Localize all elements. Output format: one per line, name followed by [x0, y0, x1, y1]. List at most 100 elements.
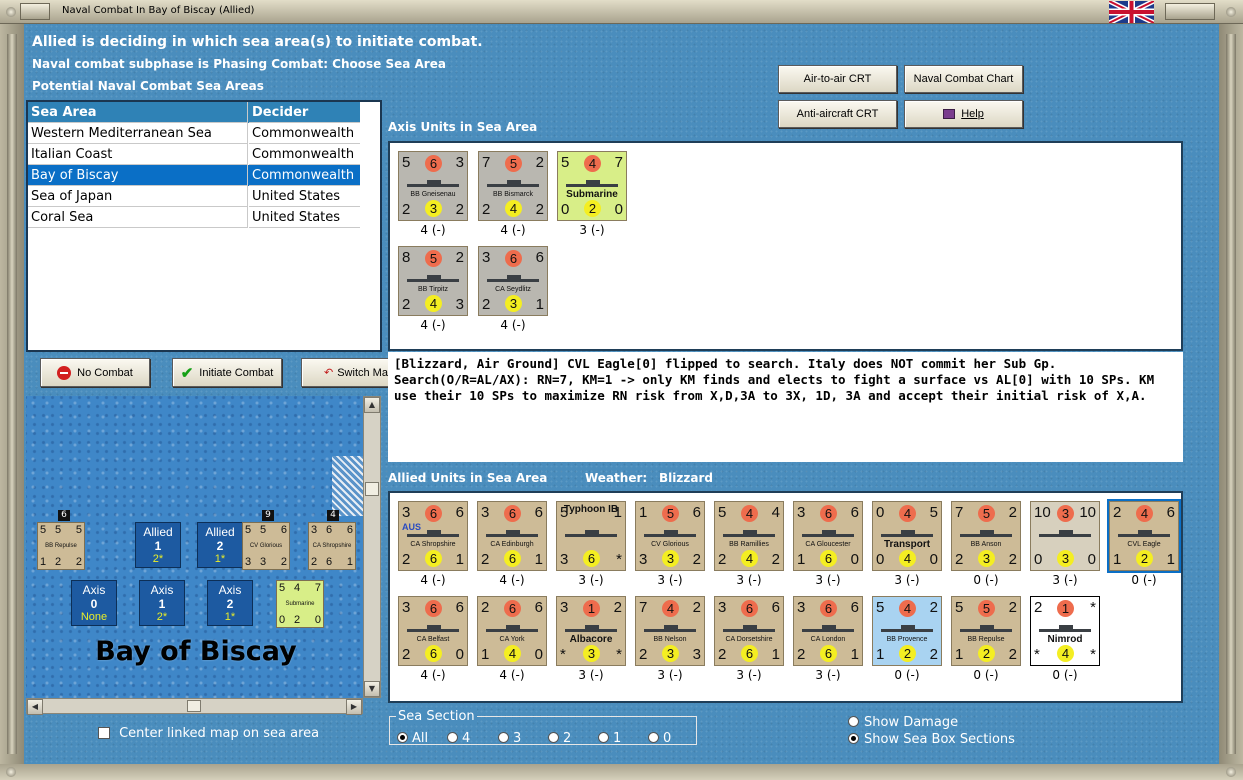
map-counter-value-tr: 7	[314, 582, 321, 594]
counter-value-tr: 6	[455, 599, 464, 616]
counter-value-tl: 5	[876, 599, 885, 616]
table-row[interactable]: Western Mediterranean Sea Commonwealth	[28, 123, 360, 144]
unit-counter[interactable]: 2 6 1 0 6 4 CA York	[477, 596, 547, 666]
system-menu-button[interactable]	[20, 3, 50, 20]
unit-counter[interactable]: 7 2 2 3 4 3 BB Nelson	[635, 596, 705, 666]
unit-counter[interactable]: 3 6 2 0 6 6 CA Belfast	[398, 596, 468, 666]
table-row[interactable]: Sea of Japan United States	[28, 186, 360, 207]
header-decider[interactable]: Decider	[249, 102, 360, 123]
switch-map-button[interactable]: ↶ Switch Ma	[301, 358, 390, 387]
unit-name: CA Shropshire	[410, 541, 456, 548]
counter-value-br: 1	[455, 551, 464, 568]
axis-sea-box[interactable]: Axis 0 None	[71, 580, 117, 626]
sea-box-a: Axis	[150, 583, 174, 597]
naval-combat-chart-button[interactable]: Naval Combat Chart	[904, 65, 1023, 93]
anti-aircraft-crt-button[interactable]: Anti-aircraft CRT	[778, 100, 897, 128]
scroll-left-arrow-icon[interactable]: ◀	[27, 699, 43, 715]
air-to-air-crt-button[interactable]: Air-to-air CRT	[778, 65, 897, 93]
radio-2[interactable]: 2	[548, 727, 571, 746]
unit-counter[interactable]: 2 6 1 1 4 2 CVL Eagle	[1107, 499, 1181, 573]
counter-value-br: 1	[850, 646, 859, 663]
unit-counter[interactable]: 0 5 0 0 4 4 Transport	[872, 501, 942, 571]
scroll-thumb[interactable]	[187, 700, 201, 712]
table-row-selected[interactable]: Bay of Biscay Commonwealth	[28, 165, 360, 186]
unit-counter[interactable]: 5 7 0 0 4 2 Submarine	[557, 151, 627, 221]
unit-counter[interactable]: 5 4 2 2 4 4 BB Ramillies	[714, 501, 784, 571]
map-vertical-scrollbar[interactable]: ▲ ▼	[363, 396, 381, 698]
unit-counter[interactable]: 3 6 2 1 6 6 CA London	[793, 596, 863, 666]
counter-value-tl: 10	[1034, 504, 1051, 521]
unit-counter[interactable]: 3 6 2 1 6 3 CA Seydlitz	[478, 246, 548, 316]
allied-sea-box[interactable]: Allied 1 2*	[135, 522, 181, 568]
scroll-down-arrow-icon[interactable]: ▼	[364, 681, 380, 697]
unit-counter[interactable]: 5 1 3 * 6 Typhoon IB	[556, 501, 626, 571]
unit-counter[interactable]: 7 2 2 2 5 3 BB Anson	[951, 501, 1021, 571]
map-unit-counter[interactable]: 3 6 6 2 6 1 CA Shropshire	[308, 522, 356, 570]
counter-value-bl: 2	[718, 646, 727, 663]
counter-value-bl: 2	[402, 646, 411, 663]
axis-sea-box[interactable]: Axis 2 1*	[207, 580, 253, 626]
unit-counter[interactable]: 7 2 2 2 5 4 BB Bismarck	[478, 151, 548, 221]
unit-counter[interactable]: 5 3 2 2 6 3 BB Gneisenau	[398, 151, 468, 221]
counter-value-bl: 2	[481, 551, 490, 568]
counter-value-br: 3	[692, 646, 701, 663]
unit-status: 3 (-)	[894, 573, 920, 587]
unit-status: 4 (-)	[499, 668, 525, 682]
table-row[interactable]: Italian Coast Commonwealth	[28, 144, 360, 165]
ship-silhouette-icon	[486, 530, 538, 537]
unit-counter[interactable]: 10 10 0 0 3 3	[1030, 501, 1100, 571]
window-title: Naval Combat In Bay of Biscay (Allied)	[62, 5, 255, 16]
allied-sea-box[interactable]: Allied 2 1*	[197, 522, 243, 568]
table-row[interactable]: Coral Sea United States	[28, 207, 360, 228]
counter-value-br: 0	[1087, 551, 1096, 568]
initiate-combat-button[interactable]: ✔ Initiate Combat	[172, 358, 282, 387]
radio-0[interactable]: 0	[648, 727, 671, 746]
map-counter-value-tl: 5	[40, 524, 47, 536]
show-sea-box-sections-option[interactable]: Show Sea Box Sections	[848, 728, 1015, 747]
unit-counter[interactable]: 5 2 1 2 5 2 BB Repulse	[951, 596, 1021, 666]
radio-1[interactable]: 1	[598, 727, 621, 746]
unit-status: 4 (-)	[420, 223, 446, 237]
unit-counter[interactable]: 3 6 2 1 6 6 CA Shropshire AUS	[398, 501, 468, 571]
no-combat-button[interactable]: No Combat	[40, 358, 150, 387]
scroll-thumb[interactable]	[365, 482, 379, 496]
help-button[interactable]: Help	[904, 100, 1023, 128]
window-control-button[interactable]	[1165, 3, 1215, 20]
map-unit-counter[interactable]: 5 5 6 3 3 2 CV Glorious	[242, 522, 290, 570]
counter-value-tr: 2	[929, 599, 938, 616]
radio-all[interactable]: All	[397, 727, 428, 746]
counter-value-br: *	[616, 646, 622, 663]
map-unit-counter[interactable]: 5 4 7 0 2 0 Submarine	[276, 580, 324, 628]
unit-counter[interactable]: 2 * * * 1 4 Nimrod	[1030, 596, 1100, 666]
unit-name: Submarine	[566, 189, 618, 200]
unit-counter[interactable]: 3 6 2 1 6 6 CA Dorsetshire	[714, 596, 784, 666]
unit-counter[interactable]: 8 2 2 3 5 4 BB Tirpitz	[398, 246, 468, 316]
header-sea-area[interactable]: Sea Area	[28, 102, 248, 123]
scroll-right-arrow-icon[interactable]: ▶	[346, 699, 362, 715]
unit-counter[interactable]: 5 2 1 2 4 2 BB Provence	[872, 596, 942, 666]
map-unit-counter[interactable]: 5 5 5 1 2 2 BB Repulse	[37, 522, 85, 570]
unit-name: CA York	[499, 636, 525, 643]
sea-area-map[interactable]: Bay of Biscay Allied 1 2* Allied 2 1* Axis 0 Non…	[26, 396, 363, 698]
counter-value-bc: 3	[662, 550, 679, 567]
table-header-row: Sea Area Decider	[28, 102, 360, 123]
ship-silhouette-icon	[881, 530, 933, 537]
unit-status: 0 (-)	[1131, 573, 1157, 587]
radio-3[interactable]: 3	[498, 727, 521, 746]
unit-counter[interactable]: 3 6 1 0 6 6 CA Gloucester	[793, 501, 863, 571]
unit-counter[interactable]: 3 2 * * 1 3 Albacore	[556, 596, 626, 666]
center-map-option[interactable]: Center linked map on sea area	[98, 722, 319, 741]
unit-counter[interactable]: 3 6 2 1 6 6 CA Edinburgh	[477, 501, 547, 571]
center-map-checkbox[interactable]	[98, 726, 110, 739]
cell-decider: United States	[249, 207, 360, 228]
ship-silhouette-icon	[802, 530, 854, 537]
counter-value-tr: 6	[455, 504, 464, 521]
ship-silhouette-icon	[407, 180, 459, 187]
map-horizontal-scrollbar[interactable]: ◀ ▶	[26, 698, 363, 715]
axis-sea-box[interactable]: Axis 1 2*	[139, 580, 185, 626]
unit-counter[interactable]: 1 6 3 2 5 3 CV Glorious	[635, 501, 705, 571]
counter-value-tl: 2	[481, 599, 490, 616]
scroll-up-arrow-icon[interactable]: ▲	[364, 397, 380, 413]
unit-name: BB Tirpitz	[418, 286, 448, 293]
radio-4[interactable]: 4	[447, 727, 470, 746]
